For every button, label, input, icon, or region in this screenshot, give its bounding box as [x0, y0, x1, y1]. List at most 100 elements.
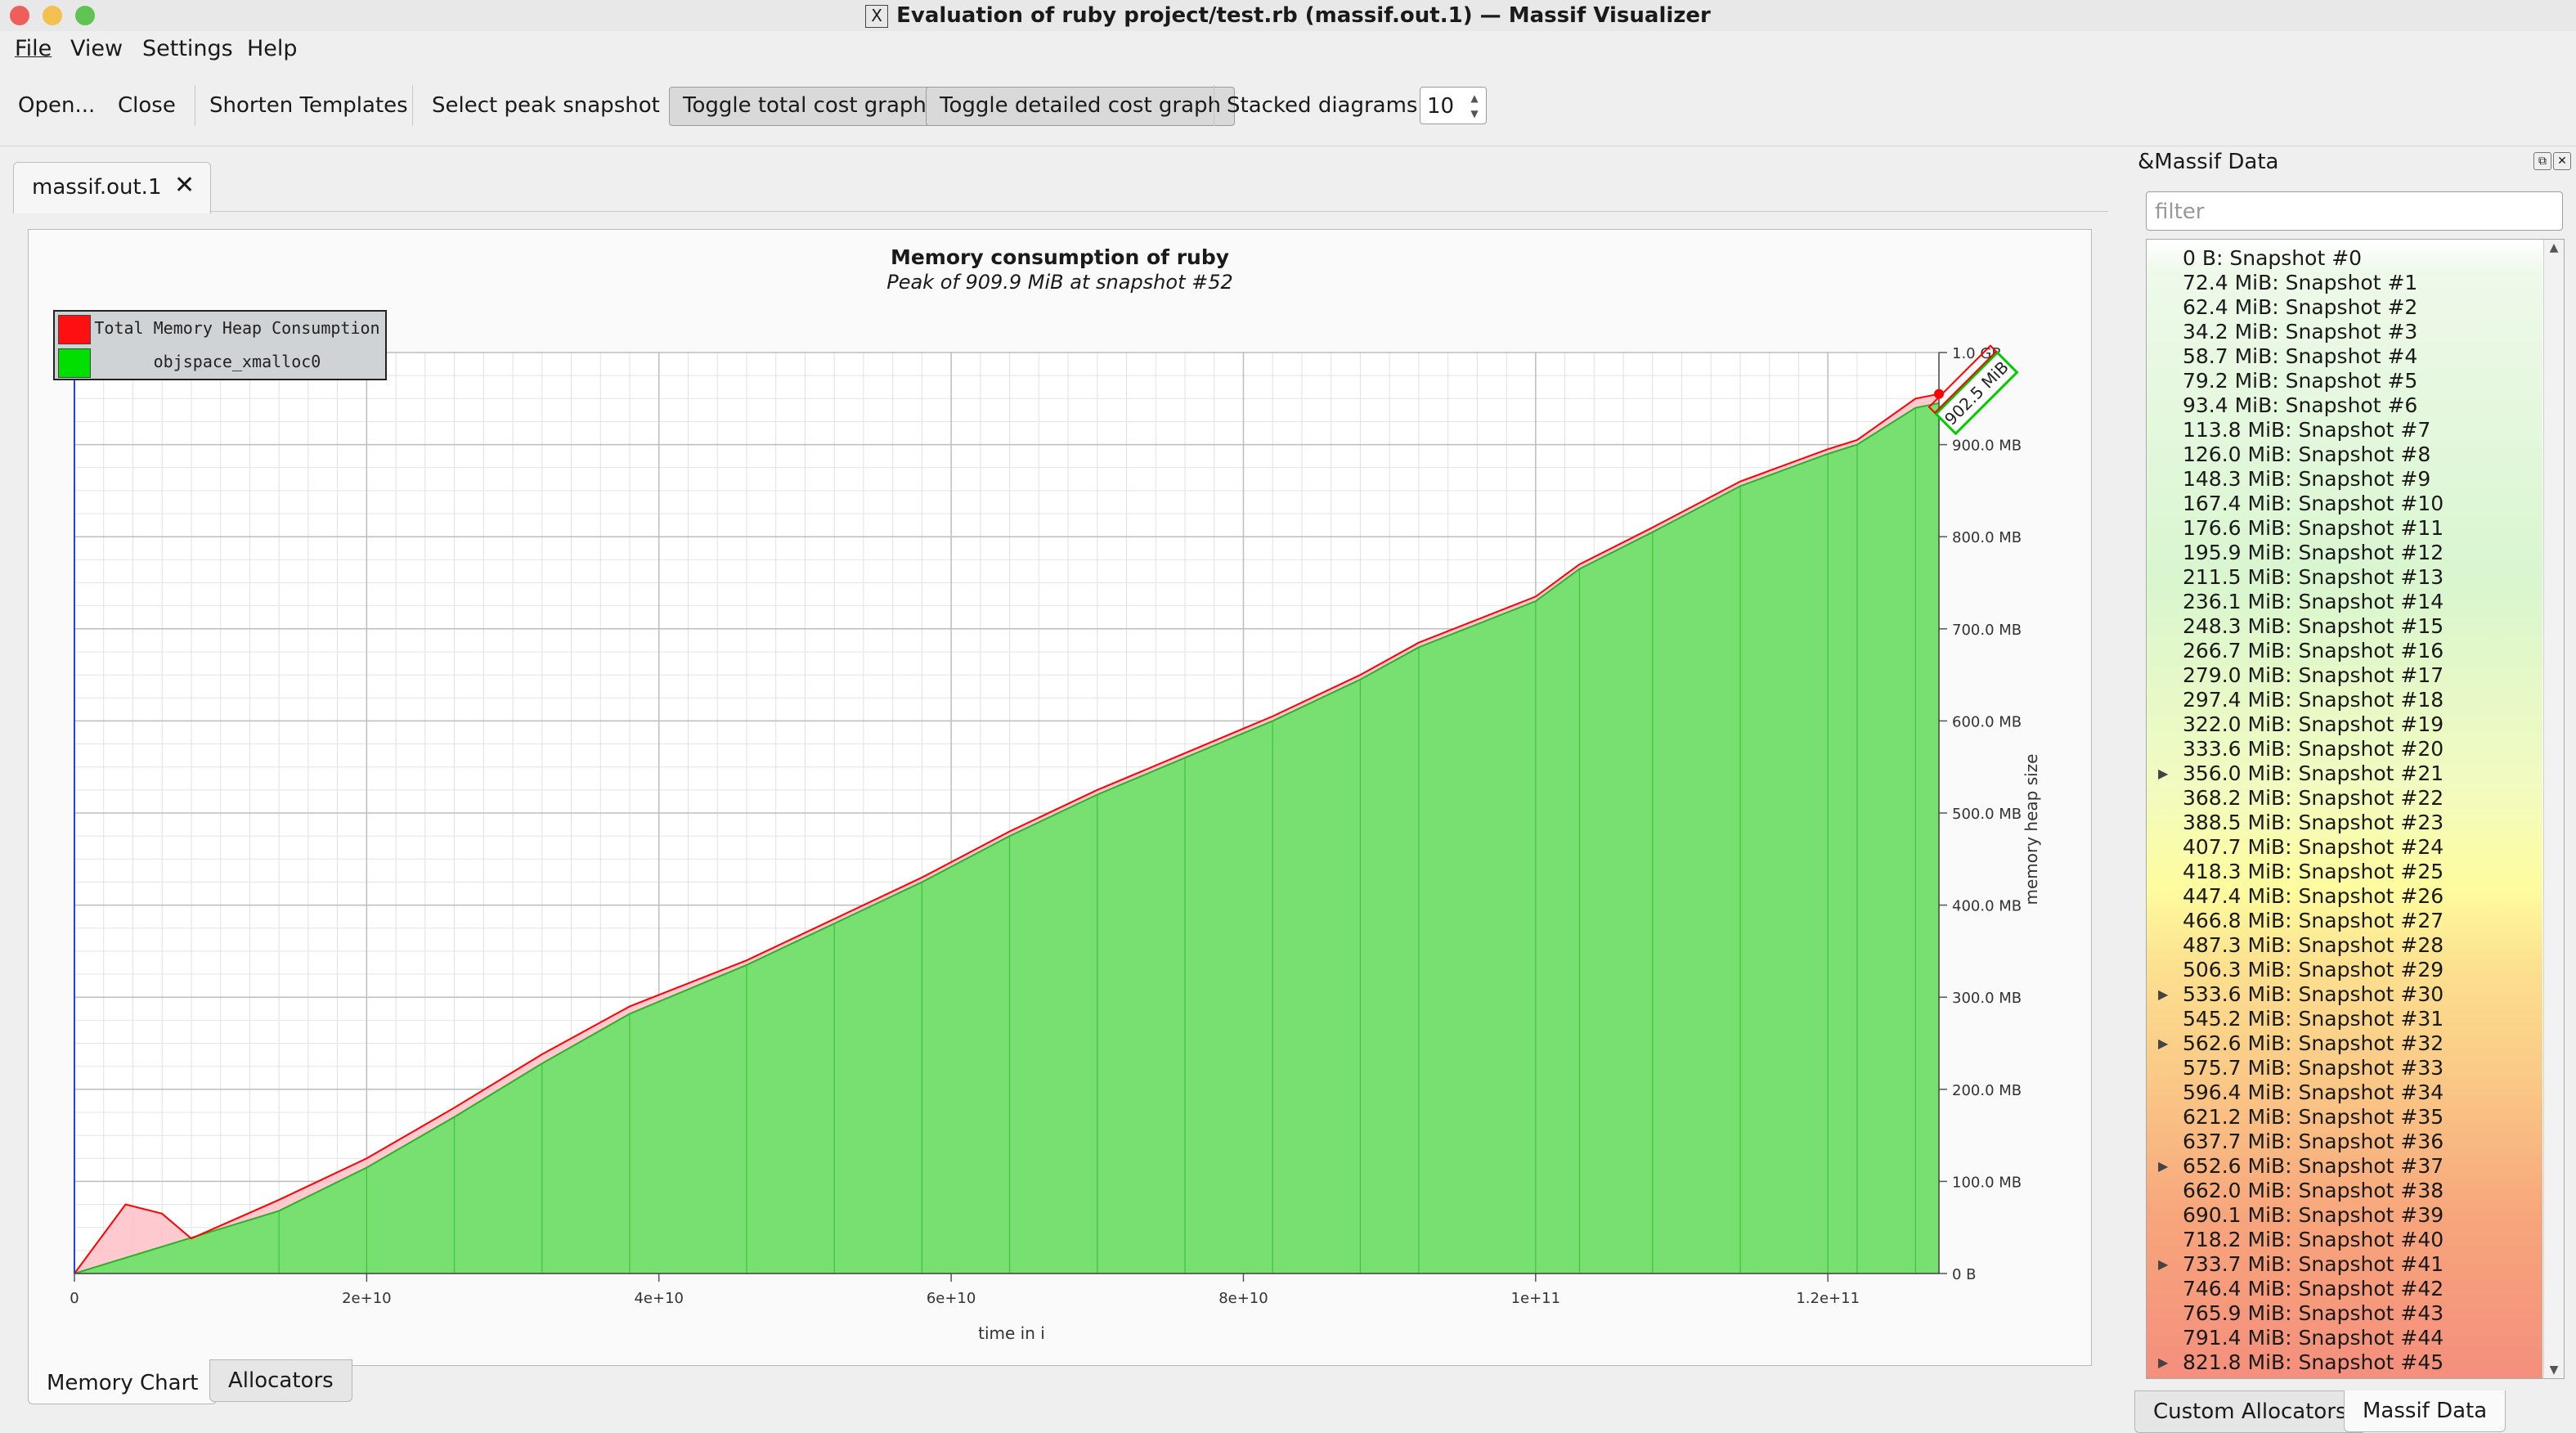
scroll-up-icon[interactable]: ▲ [2544, 240, 2564, 256]
menu-view[interactable]: View [70, 34, 123, 64]
memory-chart[interactable]: 0 B 100.0 MB 200.0 MB 300.0 MB 400.0 MB 500.0… [29, 230, 2091, 1365]
snapshot-item[interactable]: 322.0 MiB: Snapshot #19 [2183, 712, 2444, 737]
snapshot-item[interactable]: 368.2 MiB: Snapshot #22 [2183, 786, 2444, 811]
snapshot-item[interactable]: 418.3 MiB: Snapshot #25 [2183, 860, 2444, 884]
tab-custom-allocators[interactable]: Custom Allocators [2134, 1390, 2366, 1433]
snapshot-item[interactable]: 58.7 MiB: Snapshot #4 [2183, 344, 2417, 369]
snapshot-item[interactable]: 621.2 MiB: Snapshot #35 [2183, 1105, 2444, 1130]
scroll-down-icon[interactable]: ▼ [2544, 1362, 2564, 1378]
memory-chart-panel: 0 B 100.0 MB 200.0 MB 300.0 MB 400.0 MB 500.0… [28, 229, 2092, 1366]
x-axis-title: time in i [978, 1323, 1045, 1343]
snapshot-item[interactable]: 236.1 MiB: Snapshot #14 [2183, 590, 2444, 614]
menu-settings[interactable]: Settings [142, 34, 233, 64]
snapshot-item[interactable]: 297.4 MiB: Snapshot #18 [2183, 688, 2444, 712]
snapshot-item[interactable]: 279.0 MiB: Snapshot #17 [2183, 663, 2444, 688]
snapshot-item[interactable]: 211.5 MiB: Snapshot #13 [2183, 565, 2444, 590]
y-tick-label: 500.0 MB [1952, 806, 2022, 823]
snapshot-item[interactable]: 176.6 MiB: Snapshot #11 [2183, 516, 2444, 541]
snapshot-item[interactable]: 652.6 MiB: Snapshot #37 [2183, 1154, 2444, 1179]
snapshot-item[interactable]: 637.7 MiB: Snapshot #36 [2183, 1130, 2444, 1154]
snapshot-item[interactable]: 167.4 MiB: Snapshot #10 [2183, 492, 2444, 516]
snapshot-item[interactable]: 72.4 MiB: Snapshot #1 [2183, 271, 2417, 295]
snapshot-list-scrollbar[interactable]: ▲ ▼ [2543, 240, 2564, 1378]
snapshot-item[interactable]: 746.4 MiB: Snapshot #42 [2183, 1277, 2444, 1301]
menu-bar: File View Settings Help [0, 31, 2576, 65]
snapshot-item[interactable]: 506.3 MiB: Snapshot #29 [2183, 958, 2444, 982]
tab-massif-data-label: Massif Data [2363, 1399, 2488, 1423]
x-tick-label: 6e+10 [927, 1290, 976, 1307]
snapshot-item[interactable]: 718.2 MiB: Snapshot #40 [2183, 1228, 2444, 1252]
snapshot-item[interactable]: 195.9 MiB: Snapshot #12 [2183, 541, 2444, 565]
spin-up-icon[interactable]: ▲ [1466, 91, 1483, 106]
float-icon[interactable]: ⧉ [2533, 152, 2551, 170]
snapshot-item[interactable]: 596.4 MiB: Snapshot #34 [2183, 1080, 2444, 1105]
snapshot-item[interactable]: 487.3 MiB: Snapshot #28 [2183, 933, 2444, 958]
toggle-total-cost-graph-button[interactable]: Toggle total cost graph [669, 87, 940, 126]
snapshot-item[interactable]: 533.6 MiB: Snapshot #30 [2183, 982, 2444, 1007]
snapshot-item[interactable]: 93.4 MiB: Snapshot #6 [2183, 393, 2417, 418]
tab-massif-data[interactable]: Massif Data [2344, 1390, 2506, 1432]
snapshot-item[interactable]: 447.4 MiB: Snapshot #26 [2183, 884, 2444, 909]
close-icon[interactable]: ✕ [2553, 152, 2571, 170]
y-tick-label: 400.0 MB [1952, 898, 2022, 915]
snapshot-item[interactable]: 690.1 MiB: Snapshot #39 [2183, 1203, 2444, 1228]
snapshot-item[interactable]: 562.6 MiB: Snapshot #32 [2183, 1031, 2444, 1056]
snapshot-item[interactable]: 545.2 MiB: Snapshot #31 [2183, 1007, 2444, 1031]
snapshot-item[interactable]: 333.6 MiB: Snapshot #20 [2183, 737, 2444, 761]
shorten-templates-button[interactable]: Shorten Templates [196, 87, 421, 124]
x11-icon: X [865, 4, 889, 28]
snapshot-item[interactable]: 266.7 MiB: Snapshot #16 [2183, 639, 2444, 663]
snapshot-item[interactable]: 662.0 MiB: Snapshot #38 [2183, 1179, 2444, 1203]
snapshot-item[interactable]: 791.4 MiB: Snapshot #44 [2183, 1326, 2444, 1350]
snapshot-item[interactable]: 765.9 MiB: Snapshot #43 [2183, 1301, 2444, 1326]
snapshot-item[interactable]: 407.7 MiB: Snapshot #24 [2183, 835, 2444, 860]
snapshot-item[interactable]: 248.3 MiB: Snapshot #15 [2183, 614, 2444, 639]
snapshot-item[interactable]: 733.7 MiB: Snapshot #41 [2183, 1252, 2444, 1277]
toolbar: Open... Close Shorten Templates Select p… [0, 65, 2576, 146]
filter-input[interactable]: filter [2146, 191, 2563, 231]
y-tick-label: 800.0 MB [1952, 529, 2022, 546]
tab-memory-chart-label: Memory Chart [47, 1371, 199, 1395]
menu-help[interactable]: Help [247, 34, 298, 64]
snapshot-item[interactable]: 62.4 MiB: Snapshot #2 [2183, 295, 2417, 320]
snapshot-item[interactable]: 0 B: Snapshot #0 [2183, 246, 2362, 271]
expand-arrow-icon[interactable]: ▶ [2158, 982, 2168, 1007]
legend-item-xmalloc: objspace_xmalloc0 [55, 345, 385, 379]
snapshot-item[interactable]: 113.8 MiB: Snapshot #7 [2183, 418, 2430, 442]
expand-arrow-icon[interactable]: ▶ [2158, 1350, 2168, 1375]
stacked-diagrams-spinbox[interactable]: 10 ▲ ▼ [1420, 87, 1487, 124]
expand-arrow-icon[interactable]: ▶ [2158, 1031, 2168, 1056]
open-button[interactable]: Open... [5, 87, 108, 124]
spin-arrows[interactable]: ▲ ▼ [1466, 91, 1483, 122]
toggle-detailed-cost-graph-button[interactable]: Toggle detailed cost graph [926, 87, 1236, 126]
tab-memory-chart[interactable]: Memory Chart [28, 1363, 218, 1404]
menu-settings-label: Settings [142, 36, 233, 61]
close-button[interactable]: Close [105, 87, 189, 124]
document-tab[interactable]: massif.out.1 ✕ [13, 162, 211, 213]
legend-swatch-green [58, 348, 91, 378]
menu-file[interactable]: File [15, 34, 52, 64]
close-icon[interactable]: ✕ [174, 171, 195, 200]
snapshot-item[interactable]: 34.2 MiB: Snapshot #3 [2183, 320, 2417, 344]
x-tick-label: 1e+11 [1511, 1290, 1561, 1307]
snapshot-item[interactable]: 79.2 MiB: Snapshot #5 [2183, 369, 2417, 393]
snapshot-item[interactable]: 148.3 MiB: Snapshot #9 [2183, 467, 2430, 492]
snapshot-item[interactable]: 126.0 MiB: Snapshot #8 [2183, 442, 2430, 467]
x-tick-label: 8e+10 [1218, 1290, 1268, 1307]
snapshot-item[interactable]: 466.8 MiB: Snapshot #27 [2183, 909, 2444, 933]
select-peak-snapshot-button[interactable]: Select peak snapshot [419, 87, 673, 124]
legend-label-total: Total Memory Heap Consumption [94, 318, 380, 338]
snapshot-item[interactable]: 388.5 MiB: Snapshot #23 [2183, 811, 2444, 835]
spin-down-icon[interactable]: ▼ [1466, 106, 1483, 122]
tab-custom-allocators-label: Custom Allocators [2153, 1399, 2347, 1424]
chart-subtitle: Peak of 909.9 MiB at snapshot #52 [886, 271, 1233, 294]
expand-arrow-icon[interactable]: ▶ [2158, 761, 2168, 786]
snapshot-list[interactable]: 0 B: Snapshot #0 72.4 MiB: Snapshot #1 62.… [2146, 239, 2565, 1379]
snapshot-item[interactable]: 575.7 MiB: Snapshot #33 [2183, 1056, 2444, 1080]
snapshot-item[interactable]: 356.0 MiB: Snapshot #21 [2183, 761, 2444, 786]
tab-allocators[interactable]: Allocators [209, 1359, 352, 1402]
expand-arrow-icon[interactable]: ▶ [2158, 1154, 2168, 1179]
expand-arrow-icon[interactable]: ▶ [2158, 1252, 2168, 1277]
snapshot-item[interactable]: 821.8 MiB: Snapshot #45 [2183, 1350, 2444, 1375]
tab-allocators-label: Allocators [228, 1368, 334, 1393]
